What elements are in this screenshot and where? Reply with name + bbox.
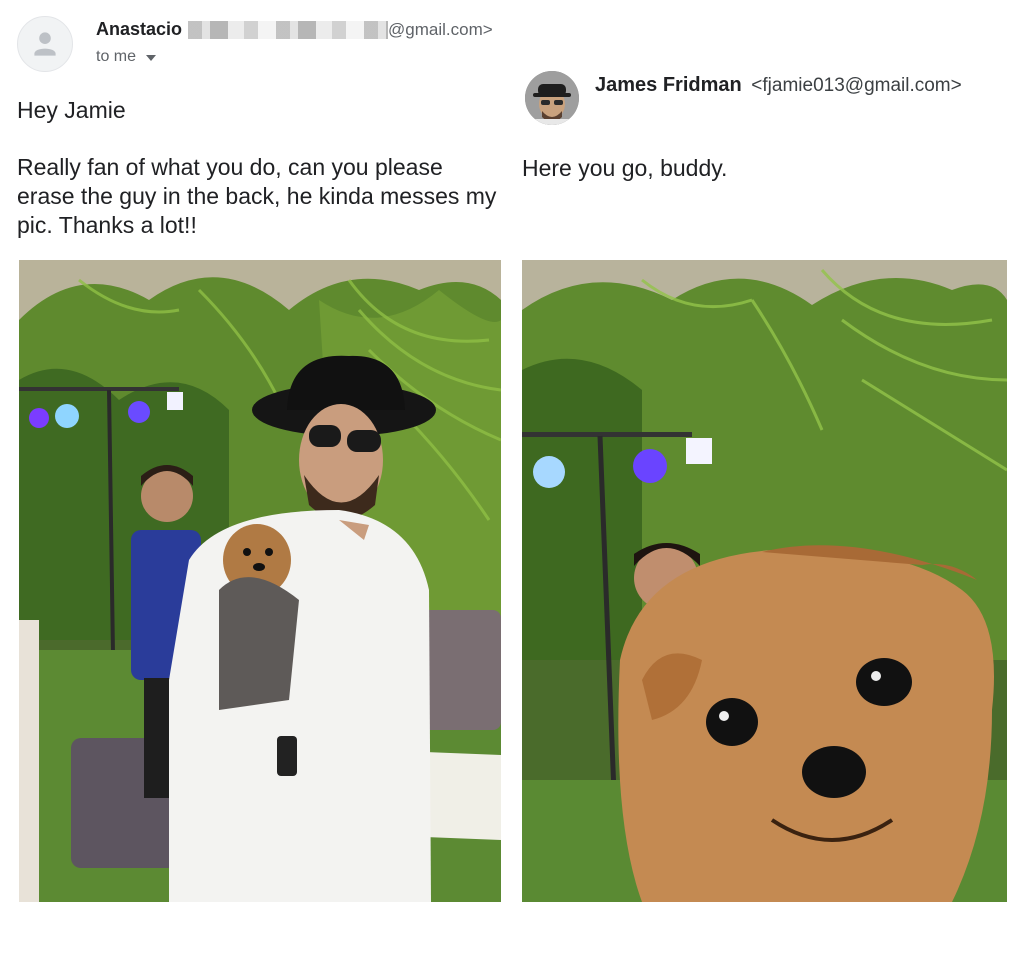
sender-email: @gmail.com> <box>388 19 493 39</box>
email-body: Really fan of what you do, can you pleas… <box>17 154 497 238</box>
redacted-email-mask <box>188 20 389 39</box>
email-greeting: Hey Jamie <box>17 97 126 123</box>
original-photo <box>19 260 501 902</box>
sender-line: Anastacio @gmail.com> <box>96 19 493 40</box>
reply-sender-email: <fjamie013@gmail.com> <box>751 75 962 96</box>
james-fridman-avatar <box>525 71 579 125</box>
recipient-label: to me <box>96 48 137 65</box>
edited-photo <box>522 260 1007 902</box>
reply-sender-line: James Fridman <fjamie013@gmail.com> <box>595 74 962 97</box>
default-avatar-icon <box>17 16 73 72</box>
chevron-down-icon[interactable] <box>146 55 157 61</box>
sender-name[interactable]: Anastacio <box>96 19 182 40</box>
reply-sender-name[interactable]: James Fridman <box>595 74 742 96</box>
recipient-details-toggle[interactable]: to me <box>96 48 157 66</box>
reply-body: Here you go, buddy. <box>522 155 728 181</box>
